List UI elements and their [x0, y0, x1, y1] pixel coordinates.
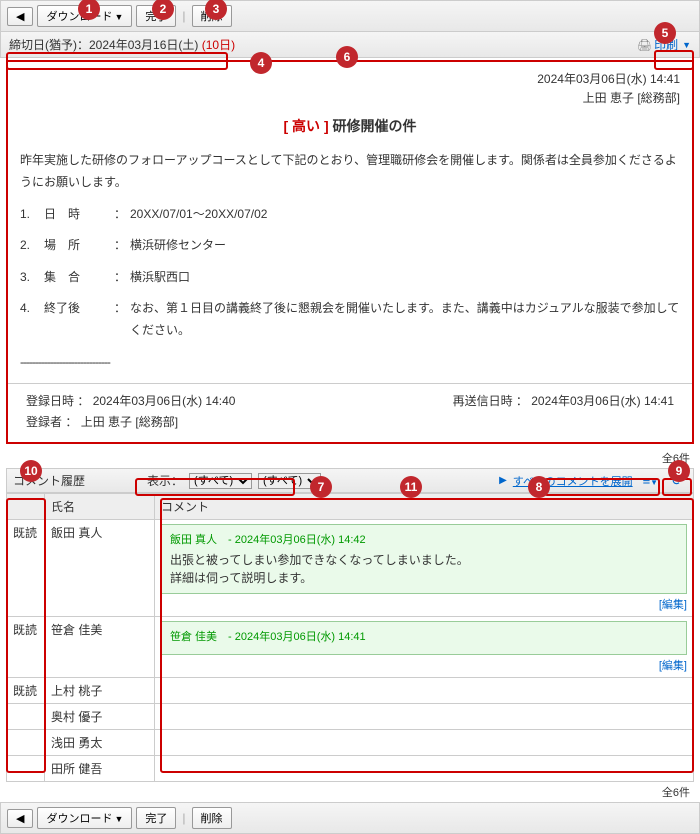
item-value: なお、第１日目の講義終了後に懇親会を開催いたします。また、講義中はカジュアルな服…	[130, 298, 680, 341]
col-status	[7, 494, 45, 520]
annotation-5: 5	[654, 22, 676, 44]
edit-link[interactable]: [編集]	[659, 660, 687, 672]
name-cell: 奥村 優子	[45, 704, 155, 730]
col-name: 氏名	[45, 494, 155, 520]
deadline-date: 2024年03月16日(土)	[89, 38, 198, 52]
item-label: 日 時	[44, 204, 114, 226]
comment-author: 笹倉 佳美 - 2024年03月06日(水) 14:41	[170, 628, 678, 644]
menu-icon[interactable]: ≡▼	[639, 473, 663, 488]
resend-label: 再送信日時 ：	[453, 394, 528, 408]
name-cell: 笹倉 佳美	[45, 617, 155, 678]
item-num: 4.	[20, 298, 44, 341]
bottom-toolbar: ◀ ダウンロード▼ 完了 | 削除	[0, 802, 700, 834]
divider-line: ------------------------------	[20, 352, 680, 374]
comment-cell	[155, 730, 694, 756]
deadline-days: (10日)	[202, 38, 235, 52]
item-label: 終了後	[44, 298, 114, 341]
printer-icon: 🖨	[637, 38, 652, 52]
annotation-10: 10	[20, 460, 42, 482]
table-row: 浅田 勇太	[7, 730, 694, 756]
status-cell	[7, 704, 45, 730]
comment-box: 飯田 真人 - 2024年03月06日(水) 14:42 出張と被ってしまい参加…	[161, 524, 687, 594]
name-cell: 浅田 勇太	[45, 730, 155, 756]
item-value: 20XX/07/01～20XX/07/02	[130, 204, 680, 226]
delete-button-bottom[interactable]: 削除	[192, 807, 232, 829]
name-cell: 飯田 真人	[45, 520, 155, 617]
item-num: 1.	[20, 204, 44, 226]
top-toolbar: ◀ ダウンロード▼ 完了 | 削除	[0, 0, 700, 32]
annotation-7: 7	[310, 476, 332, 498]
separator: |	[182, 811, 185, 825]
comment-cell: 飯田 真人 - 2024年03月06日(水) 14:42 出張と被ってしまい参加…	[155, 520, 694, 617]
annotation-8: 8	[528, 476, 550, 498]
item-num: 3.	[20, 267, 44, 289]
reg-label: 登録日時 ：	[26, 394, 89, 408]
comment-cell	[155, 756, 694, 782]
table-row: 既読 笹倉 佳美 笹倉 佳美 - 2024年03月06日(水) 14:41 [編…	[7, 617, 694, 678]
comment-author: 飯田 真人 - 2024年03月06日(水) 14:42	[170, 531, 678, 547]
item-value: 横浜駅西口	[130, 267, 680, 289]
comment-cell	[155, 704, 694, 730]
status-cell: 既読	[7, 520, 45, 617]
edit-link[interactable]: [編集]	[659, 599, 687, 611]
table-row: 既読 上村 桃子	[7, 678, 694, 704]
total-count-top: 全6件	[0, 448, 700, 468]
message-panel: 2024年03月06日(水) 14:41 上田 恵子 [総務部] [ 高い ] …	[6, 60, 694, 444]
message-datetime: 2024年03月06日(水) 14:41	[20, 70, 680, 89]
item-num: 2.	[20, 235, 44, 257]
status-cell: 既読	[7, 678, 45, 704]
back-button[interactable]: ◀	[7, 7, 33, 26]
filter-select-1[interactable]: (すべて)	[189, 473, 252, 489]
annotation-9: 9	[668, 460, 690, 482]
registrant-label: 登録者 ：	[26, 415, 77, 429]
table-row: 奥村 優子	[7, 704, 694, 730]
message-footer: 登録日時 ： 2024年03月06日(水) 14:40 再送信日時 ： 2024…	[8, 383, 692, 442]
annotation-4: 4	[250, 52, 272, 74]
subject-title: 研修開催の件	[333, 118, 417, 134]
annotation-6: 6	[336, 46, 358, 68]
message-body: 昨年実施した研修のフォローアップコースとして下記のとおり、管理職研修会を開催しま…	[20, 150, 680, 373]
expand-arrow-icon: ▶	[499, 475, 507, 486]
comment-box: 笹倉 佳美 - 2024年03月06日(水) 14:41	[161, 621, 687, 655]
message-author: 上田 恵子 [総務部]	[20, 89, 680, 108]
item-label: 集 合	[44, 267, 114, 289]
separator: |	[182, 9, 185, 23]
item-label: 場 所	[44, 235, 114, 257]
item-value: 横浜研修センター	[130, 235, 680, 257]
table-row: 既読 飯田 真人 飯田 真人 - 2024年03月06日(水) 14:42 出張…	[7, 520, 694, 617]
priority-badge: [ 高い ]	[284, 118, 329, 134]
deadline-text: 締切日(猶予)：2024年03月16日(土) (10日)	[9, 36, 235, 53]
name-cell: 田所 健吾	[45, 756, 155, 782]
col-comment: コメント	[155, 494, 694, 520]
annotation-11: 11	[400, 476, 422, 498]
resend-value: 2024年03月06日(水) 14:41	[531, 394, 674, 408]
status-cell	[7, 756, 45, 782]
registrant-value: 上田 恵子 [総務部]	[81, 415, 178, 429]
table-row: 田所 健吾	[7, 756, 694, 782]
comment-header: コメント履歴 表示： (すべて) (すべて) ▶ すべてのコメントを展開 ≡▼ …	[6, 468, 694, 493]
deadline-label: 締切日(猶予)：	[9, 38, 89, 52]
display-label: 表示：	[147, 472, 183, 489]
comment-cell	[155, 678, 694, 704]
comment-cell: 笹倉 佳美 - 2024年03月06日(水) 14:41 [編集]	[155, 617, 694, 678]
comment-body: 出張と被ってしまい参加できなくなってしまいました。詳細は伺って説明します。	[170, 551, 678, 587]
complete-button-bottom[interactable]: 完了	[136, 807, 176, 829]
name-cell: 上村 桃子	[45, 678, 155, 704]
status-cell	[7, 730, 45, 756]
total-count-bottom: 全6件	[0, 782, 700, 802]
reg-value: 2024年03月06日(水) 14:40	[93, 394, 236, 408]
download-button-bottom[interactable]: ダウンロード▼	[37, 807, 132, 829]
back-button-bottom[interactable]: ◀	[7, 809, 33, 828]
comment-table: 氏名 コメント 既読 飯田 真人 飯田 真人 - 2024年03月06日(水) …	[6, 493, 694, 782]
status-cell: 既読	[7, 617, 45, 678]
intro-paragraph: 昨年実施した研修のフォローアップコースとして下記のとおり、管理職研修会を開催しま…	[20, 150, 680, 193]
subject-line: [ 高い ] 研修開催の件	[20, 116, 680, 136]
